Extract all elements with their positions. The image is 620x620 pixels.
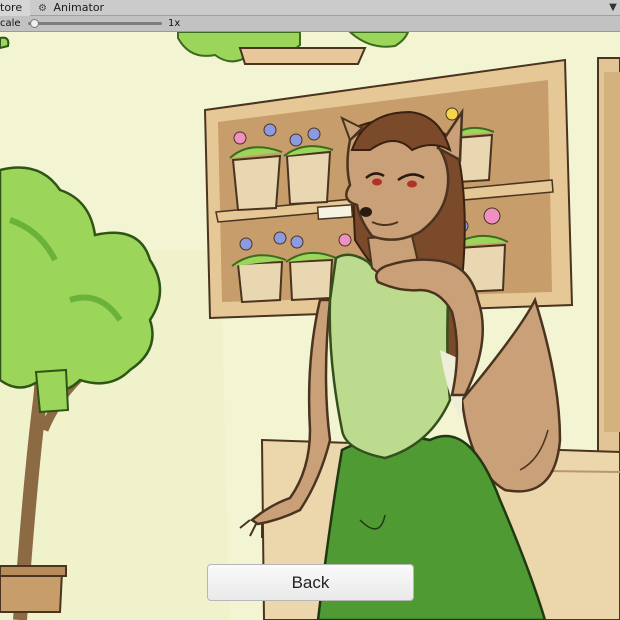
tab-animator-label: Animator [53,1,105,14]
scale-slider[interactable] [28,19,162,28]
scene-illustration [0,32,620,620]
right-cabinet [597,57,620,479]
tab-store-label: tore [0,1,23,14]
scale-slider-thumb[interactable] [30,19,40,28]
scale-value: 1x [168,18,181,29]
game-scene [0,32,620,620]
back-button[interactable]: Back [207,564,414,601]
scale-label: cale [0,18,21,29]
animator-icon: ⚙ [38,3,47,14]
tab-store[interactable]: tore [0,0,30,16]
editor-tab-bar: tore ⚙ Animator ▼ [0,0,620,16]
tab-animator[interactable]: ⚙ Animator [36,0,118,16]
tab-menu-icon[interactable]: ▼ [606,0,620,16]
game-view-toolbar: cale 1x [0,16,620,32]
